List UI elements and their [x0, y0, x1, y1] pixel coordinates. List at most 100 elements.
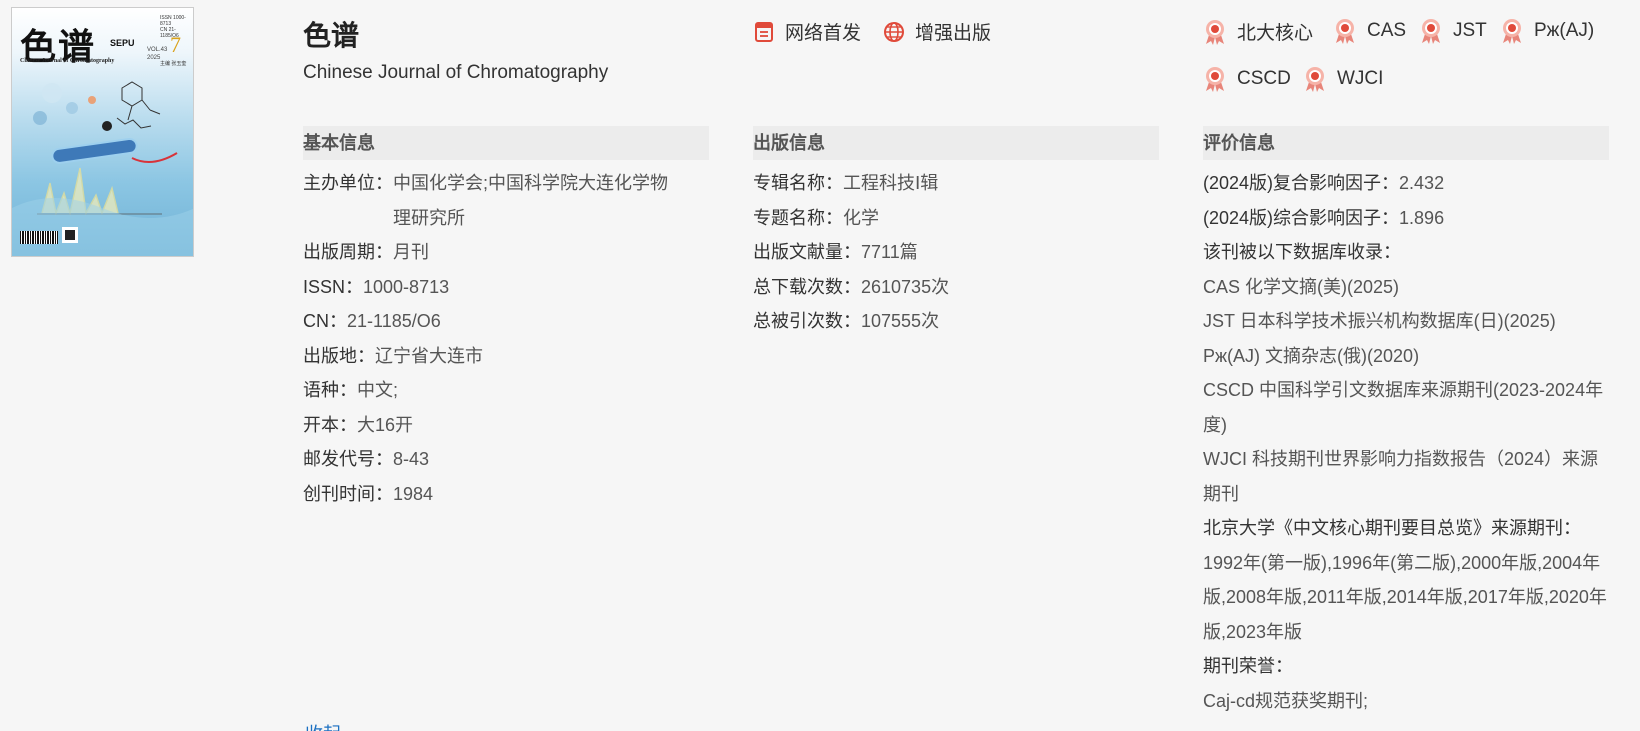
info-row-language: 语种： 中文; — [303, 373, 709, 408]
pku-core-editions: 1992年(第一版),1996年(第二版),2000年版,2004年版,2008… — [1203, 552, 1607, 642]
info-value: 7711篇 — [861, 242, 918, 262]
info-label: 出版文献量： — [753, 242, 861, 262]
index-label: Рж(AJ) — [1534, 20, 1595, 41]
info-value: 2.432 — [1399, 173, 1445, 193]
info-label: 邮发代号： — [303, 449, 393, 469]
index-label: CAS — [1367, 20, 1407, 41]
info-row-downloads: 总下载次数： 2610735次 — [753, 270, 1159, 305]
info-row-place: 出版地： 辽宁省大连市 — [303, 339, 709, 374]
journal-title: 色谱 — [303, 20, 360, 51]
info-label: 开本： — [303, 414, 357, 435]
database-wjci: WJCI 科技期刊世界影响力指数报告（2024）来源期刊 — [1203, 449, 1599, 504]
award-icon — [1503, 19, 1521, 44]
info-row-impact-composite: (2024版)复合影响因子： 2.432 — [1203, 166, 1609, 201]
info-label: 专题名称： — [753, 207, 843, 228]
index-badge-aj[interactable]: Рж(AJ) — [1500, 18, 1594, 44]
section-heading: 评价信息 — [1203, 126, 1609, 160]
info-label: CN： — [303, 311, 347, 331]
collapse-link[interactable]: 收起 — [305, 720, 341, 731]
document-icon — [755, 21, 773, 42]
info-value: 1.896 — [1399, 207, 1445, 228]
info-label: 专辑名称： — [753, 173, 843, 193]
info-row-postal-code: 邮发代号： 8-43 — [303, 442, 709, 477]
honor-label: 期刊荣誉： — [1203, 656, 1293, 676]
info-value: 107555次 — [861, 311, 940, 331]
database-aj: Рж(AJ) 文摘杂志(俄)(2020) — [1203, 345, 1420, 366]
database-cscd: CSCD 中国科学引文数据库来源期刊(2023-2024年度) — [1203, 380, 1604, 435]
info-value: 中文; — [357, 380, 399, 400]
index-label: WJCI — [1337, 68, 1384, 89]
index-badge-cas[interactable]: CAS — [1333, 18, 1406, 44]
cover-sepu: SEPU — [110, 38, 135, 48]
section-heading: 出版信息 — [753, 126, 1159, 160]
info-value: 1984 — [393, 483, 434, 504]
feature-label: 网络首发 — [785, 23, 862, 44]
index-badge-jst[interactable]: JST — [1419, 18, 1487, 44]
index-label: JST — [1453, 20, 1487, 41]
index-badge-pku[interactable]: 北大核心 — [1203, 18, 1313, 45]
info-value: 大16开 — [357, 414, 414, 435]
info-row-founded: 创刊时间： 1984 — [303, 477, 709, 512]
award-icon — [1422, 19, 1440, 44]
info-label: 出版周期： — [303, 242, 393, 262]
info-label: 总被引次数： — [753, 311, 861, 331]
feature-enhanced-publishing[interactable]: 增强出版 — [883, 18, 991, 45]
honor-value: Caj-cd规范获奖期刊; — [1203, 690, 1369, 711]
cover-issn-text: ISSN 1000-8713 — [160, 15, 186, 27]
info-value: 8-43 — [393, 449, 430, 469]
journal-english-title: Chinese Journal of Chromatography — [303, 62, 609, 83]
info-label: 总下载次数： — [753, 276, 861, 297]
index-badge-wjci[interactable]: WJCI — [1303, 66, 1383, 92]
publish-info-section: 出版信息 专辑名称： 工程科技Ⅰ辑 专题名称： 化学 出版文献量： 7711篇 … — [753, 126, 1159, 339]
evaluation-info-section: 评价信息 (2024版)复合影响因子： 2.432 (2024版)综合影响因子：… — [1203, 126, 1609, 718]
index-label: CSCD — [1237, 68, 1291, 89]
database-list-label: 该刊被以下数据库收录： — [1203, 242, 1401, 262]
info-value: 化学 — [843, 207, 879, 228]
info-label: 出版地： — [303, 345, 375, 366]
info-row-sponsor: 主办单位： 中国化学会;中国科学院大连化学物理研究所 — [303, 166, 709, 235]
globe-icon — [884, 21, 904, 42]
info-value: 21-1185/O6 — [347, 311, 441, 331]
award-icon — [1206, 19, 1224, 45]
info-value: 2610735次 — [861, 276, 950, 297]
info-row-topic: 专题名称： 化学 — [753, 201, 1159, 236]
qr-code — [62, 227, 78, 243]
info-value: 1000-8713 — [363, 276, 450, 297]
pku-core-label: 北京大学《中文核心期刊要目总览》来源期刊： — [1203, 518, 1581, 538]
journal-cover: 色谱 SEPU Chinese Journal of Chromatograph… — [11, 7, 194, 257]
award-icon — [1306, 67, 1324, 92]
basic-info-section: 基本信息 主办单位： 中国化学会;中国科学院大连化学物理研究所 出版周期： 月刊… — [303, 126, 709, 511]
info-row-issn: ISSN： 1000-8713 — [303, 270, 709, 305]
info-label: 语种： — [303, 380, 357, 400]
award-icon — [1336, 19, 1354, 44]
award-icon — [1206, 67, 1224, 92]
info-label: (2024版)综合影响因子： — [1203, 207, 1400, 228]
info-row-documents: 出版文献量： 7711篇 — [753, 235, 1159, 270]
info-row-period: 出版周期： 月刊 — [303, 235, 709, 270]
barcode — [20, 231, 58, 244]
cover-english-title: Chinese Journal of Chromatography — [20, 58, 115, 64]
cover-issue-number: 7 — [170, 32, 181, 57]
cover-editor: 主编 张玉奎 — [160, 61, 187, 67]
info-value: 工程科技Ⅰ辑 — [843, 173, 939, 193]
database-jst: JST 日本科学技术振兴机构数据库(日)(2025) — [1203, 311, 1556, 331]
info-row-impact-comprehensive: (2024版)综合影响因子： 1.896 — [1203, 201, 1609, 236]
info-row-series: 专辑名称： 工程科技Ⅰ辑 — [753, 166, 1159, 201]
index-badge-cscd[interactable]: CSCD — [1203, 66, 1291, 92]
info-row-cn: CN： 21-1185/O6 — [303, 304, 709, 339]
info-row-format: 开本： 大16开 — [303, 408, 709, 443]
info-value: 月刊 — [393, 242, 429, 262]
database-cas: CAS 化学文摘(美)(2025) — [1203, 276, 1400, 297]
info-label: ISSN： — [303, 276, 364, 297]
feature-label: 增强出版 — [915, 23, 992, 44]
section-heading: 基本信息 — [303, 126, 709, 160]
info-value: 中国化学会;中国科学院大连化学物理研究所 — [393, 173, 668, 228]
feature-online-first[interactable]: 网络首发 — [753, 18, 861, 45]
info-label: 主办单位： — [303, 173, 393, 193]
info-label: (2024版)复合影响因子： — [1203, 173, 1400, 193]
info-row-citations: 总被引次数： 107555次 — [753, 304, 1159, 339]
info-value: 辽宁省大连市 — [375, 345, 483, 366]
info-label: 创刊时间： — [303, 483, 393, 504]
cover-vol-text: VOL.43 — [147, 47, 168, 53]
index-label: 北大核心 — [1237, 23, 1314, 44]
